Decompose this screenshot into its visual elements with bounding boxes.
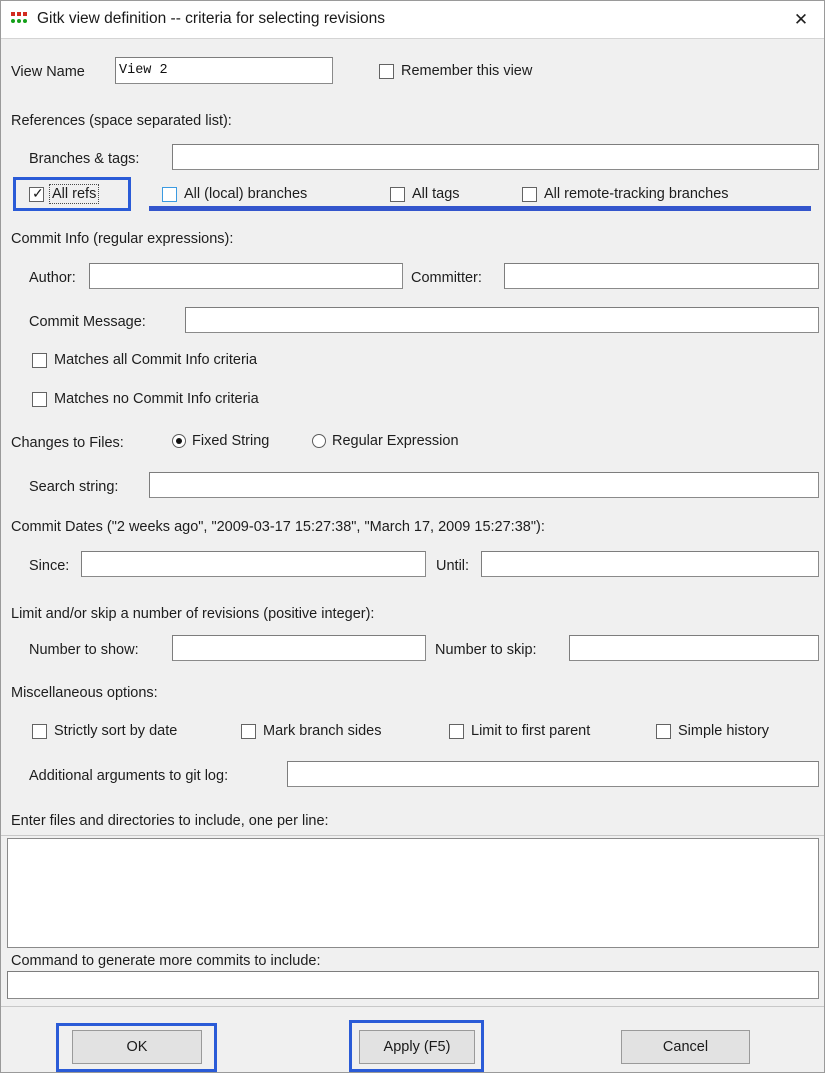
- files-separator: [1, 835, 824, 836]
- ok-button[interactable]: OK: [72, 1030, 202, 1064]
- until-label: Until:: [436, 558, 470, 574]
- strictly-sort-by-date-label: Strictly sort by date: [54, 723, 178, 739]
- radio-circle: [312, 434, 326, 448]
- all-local-branches-label: All (local) branches: [184, 186, 308, 202]
- gitk-view-definition-dialog: Gitk view definition -- criteria for sel…: [0, 0, 825, 1073]
- command-section-label: Command to generate more commits to incl…: [11, 953, 321, 969]
- search-string-label: Search string:: [29, 479, 119, 495]
- window-title: Gitk view definition -- criteria for sel…: [37, 10, 386, 27]
- additional-arguments-input[interactable]: [287, 761, 819, 787]
- check-mark-icon: ✓: [32, 184, 44, 201]
- mark-branch-sides-checkbox[interactable]: Mark branch sides: [241, 723, 381, 739]
- limit-to-first-parent-label: Limit to first parent: [471, 723, 591, 739]
- checkbox-box: [241, 723, 256, 739]
- author-label: Author:: [29, 270, 76, 286]
- committer-label: Committer:: [411, 270, 482, 286]
- command-input[interactable]: [7, 971, 819, 999]
- branches-tags-input[interactable]: [172, 144, 819, 170]
- matches-no-commit-info-label: Matches no Commit Info criteria: [54, 391, 259, 407]
- additional-arguments-label: Additional arguments to git log:: [29, 768, 229, 784]
- since-input[interactable]: [81, 551, 426, 577]
- commit-info-section-label: Commit Info (regular expressions):: [11, 231, 234, 247]
- checkbox-box: [449, 723, 464, 739]
- committer-input[interactable]: [504, 263, 819, 289]
- all-local-branches-checkbox[interactable]: All (local) branches: [162, 186, 307, 202]
- matches-all-commit-info-checkbox[interactable]: Matches all Commit Info criteria: [32, 352, 257, 368]
- cancel-button[interactable]: Cancel: [621, 1030, 750, 1064]
- close-icon[interactable]: ✕: [778, 1, 824, 38]
- checkbox-box: [656, 723, 671, 739]
- simple-history-checkbox[interactable]: Simple history: [656, 723, 769, 739]
- fixed-string-radio[interactable]: Fixed String: [172, 433, 269, 449]
- checkbox-box: ✓: [29, 184, 44, 202]
- radio-circle: [172, 434, 186, 448]
- matches-all-commit-info-label: Matches all Commit Info criteria: [54, 352, 258, 368]
- commit-message-label: Commit Message:: [29, 314, 146, 330]
- number-to-skip-input[interactable]: [569, 635, 819, 661]
- view-name-input[interactable]: View 2: [115, 57, 333, 84]
- matches-no-commit-info-checkbox[interactable]: Matches no Commit Info criteria: [32, 391, 259, 407]
- checkbox-box: [522, 186, 537, 202]
- since-label: Since:: [29, 558, 70, 574]
- remember-this-view-label: Remember this view: [401, 63, 533, 79]
- number-to-show-label: Number to show:: [29, 642, 139, 658]
- all-tags-label: All tags: [412, 186, 460, 202]
- number-to-skip-label: Number to skip:: [435, 642, 537, 658]
- commit-message-input[interactable]: [185, 307, 819, 333]
- checkbox-box: [379, 63, 394, 79]
- gitk-dots-icon: [11, 12, 29, 27]
- commit-dates-section-label: Commit Dates ("2 weeks ago", "2009-03-17…: [11, 519, 545, 535]
- apply-button[interactable]: Apply (F5): [359, 1030, 475, 1064]
- checkbox-box: [32, 723, 47, 739]
- references-underline-bar: [149, 206, 811, 211]
- mark-branch-sides-label: Mark branch sides: [263, 723, 382, 739]
- all-remote-tracking-branches-label: All remote-tracking branches: [544, 186, 729, 202]
- search-string-input[interactable]: [149, 472, 819, 498]
- misc-options-section-label: Miscellaneous options:: [11, 685, 158, 701]
- until-input[interactable]: [481, 551, 819, 577]
- checkbox-box: [32, 352, 47, 368]
- simple-history-label: Simple history: [678, 723, 770, 739]
- checkbox-box: [162, 186, 177, 202]
- limit-to-first-parent-checkbox[interactable]: Limit to first parent: [449, 723, 590, 739]
- references-section-label: References (space separated list):: [11, 113, 232, 129]
- strictly-sort-by-date-checkbox[interactable]: Strictly sort by date: [32, 723, 177, 739]
- all-refs-checkbox[interactable]: ✓ All refs: [29, 184, 100, 204]
- fixed-string-label: Fixed String: [192, 433, 270, 449]
- all-remote-tracking-branches-checkbox[interactable]: All remote-tracking branches: [522, 186, 729, 202]
- regular-expression-label: Regular Expression: [332, 433, 459, 449]
- view-name-label: View Name: [11, 64, 85, 80]
- author-input[interactable]: [89, 263, 403, 289]
- button-row-separator: [1, 1006, 824, 1007]
- checkbox-box: [32, 391, 47, 407]
- files-textarea[interactable]: [7, 838, 819, 948]
- branches-tags-label: Branches & tags:: [29, 151, 140, 167]
- checkbox-box: [390, 186, 405, 202]
- title-bar: Gitk view definition -- criteria for sel…: [1, 1, 824, 39]
- all-tags-checkbox[interactable]: All tags: [390, 186, 460, 202]
- files-section-label: Enter files and directories to include, …: [11, 813, 329, 829]
- remember-this-view-checkbox[interactable]: Remember this view: [379, 63, 532, 79]
- regular-expression-radio[interactable]: Regular Expression: [312, 433, 459, 449]
- limit-skip-section-label: Limit and/or skip a number of revisions …: [11, 606, 375, 622]
- changes-to-files-label: Changes to Files:: [11, 435, 124, 451]
- all-refs-label: All refs: [48, 184, 100, 204]
- number-to-show-input[interactable]: [172, 635, 426, 661]
